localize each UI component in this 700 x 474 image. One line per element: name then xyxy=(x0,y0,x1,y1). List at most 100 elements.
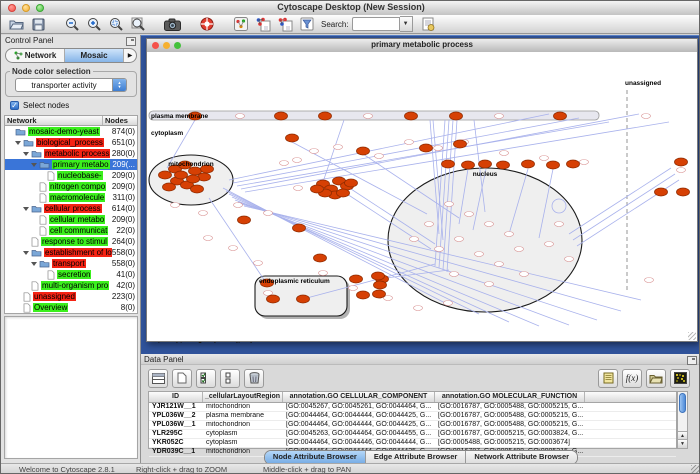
graph-node[interactable] xyxy=(462,161,475,169)
graph-node-small[interactable] xyxy=(310,149,319,154)
matrix-icon[interactable] xyxy=(670,369,690,388)
tree-row[interactable]: response to stimul264(0) xyxy=(5,236,137,247)
graph-node[interactable] xyxy=(547,161,560,169)
graph-node-small[interactable] xyxy=(204,236,213,241)
graph-node-small[interactable] xyxy=(455,237,464,242)
save-session-icon[interactable] xyxy=(29,16,48,32)
graph-node-small[interactable] xyxy=(293,158,302,163)
graph-node-small[interactable] xyxy=(405,140,414,145)
graph-node[interactable] xyxy=(163,183,176,191)
tab-network[interactable]: Network xyxy=(6,49,65,62)
tree-row[interactable]: macromolecule311(0) xyxy=(5,192,137,203)
tab-scroll-right-icon[interactable]: ▶ xyxy=(124,49,136,62)
delete-attribute-icon[interactable] xyxy=(244,369,264,388)
table-row[interactable]: YPL036W__2plasma membrane[GO:0044464, GO… xyxy=(149,412,676,421)
graph-node-small[interactable] xyxy=(565,257,574,262)
graph-node[interactable] xyxy=(357,147,370,155)
graph-node[interactable] xyxy=(191,185,204,193)
table-row[interactable]: YLR295Ccytoplasm[GO:0045263, GO:0044464,… xyxy=(149,430,676,439)
graph-node[interactable] xyxy=(567,160,580,168)
disclosure-triangle-icon[interactable] xyxy=(23,207,29,211)
column-header[interactable]: annotation.GO CELLULAR_COMPONENT xyxy=(283,392,435,402)
disclosure-triangle-icon[interactable] xyxy=(23,152,29,156)
graph-node[interactable] xyxy=(350,275,363,283)
zoom-in-icon[interactable] xyxy=(85,16,104,32)
tree-row[interactable]: establishment of lo558(0) xyxy=(5,247,137,258)
graph-node[interactable] xyxy=(373,290,386,298)
graph-node[interactable] xyxy=(345,179,358,187)
tree-row[interactable]: nitrogen compo209(0) xyxy=(5,181,137,192)
graph-node-small[interactable] xyxy=(349,286,358,291)
vizmapper-icon[interactable] xyxy=(231,16,250,32)
graph-node-small[interactable] xyxy=(171,203,180,208)
unselect-attributes-icon[interactable] xyxy=(220,369,240,388)
graph-node-small[interactable] xyxy=(465,212,474,217)
graph-node-small[interactable] xyxy=(434,146,443,151)
graph-node-small[interactable] xyxy=(334,145,343,150)
scroll-down-icon[interactable]: ▼ xyxy=(678,439,687,448)
tree-row[interactable]: cellular process614(0) xyxy=(5,203,137,214)
function-builder-icon[interactable]: f(x) xyxy=(622,369,642,388)
graph-node-small[interactable] xyxy=(555,222,564,227)
open-session-icon[interactable] xyxy=(7,16,26,32)
disclosure-triangle-icon[interactable] xyxy=(15,141,21,145)
graph-node-small[interactable] xyxy=(545,242,554,247)
zoom-out-icon[interactable] xyxy=(63,16,82,32)
graph-node[interactable] xyxy=(497,161,510,169)
graph-node-small[interactable] xyxy=(236,114,245,119)
select-attributes-icon[interactable] xyxy=(196,369,216,388)
tree-row[interactable]: multi-organism pro42(0) xyxy=(5,280,137,291)
float-panel-icon[interactable] xyxy=(126,37,136,46)
new-network-from-selected-nodes-icon[interactable] xyxy=(253,16,272,32)
graph-node[interactable] xyxy=(479,160,492,168)
graph-node-small[interactable] xyxy=(234,203,243,208)
table-row[interactable]: YJR121W__1mitochondrion[GO:0045267, GO:0… xyxy=(149,403,676,412)
graph-node[interactable] xyxy=(372,272,385,280)
tree-row[interactable]: cell communicat22(0) xyxy=(5,225,137,236)
graph-node[interactable] xyxy=(420,144,433,152)
graph-node-small[interactable] xyxy=(520,272,529,277)
window-resize-grip-icon[interactable] xyxy=(691,465,700,474)
disclosure-triangle-icon[interactable] xyxy=(31,262,37,266)
graph-node[interactable] xyxy=(675,158,688,166)
tree-row[interactable]: transport558(0) xyxy=(5,258,137,269)
float-panel-icon[interactable] xyxy=(687,356,697,365)
graph-node-small[interactable] xyxy=(264,211,273,216)
graph-node-small[interactable] xyxy=(414,306,423,311)
graph-node[interactable] xyxy=(293,224,306,232)
graph-node-small[interactable] xyxy=(319,271,328,276)
graph-node[interactable] xyxy=(267,295,280,303)
graph-node-small[interactable] xyxy=(677,168,686,173)
graph-node-small[interactable] xyxy=(500,151,509,156)
graph-node-small[interactable] xyxy=(495,114,504,119)
filter-icon[interactable] xyxy=(297,16,316,32)
tree-row[interactable]: metabolic process280(0) xyxy=(5,148,137,159)
graph-node[interactable] xyxy=(159,171,172,179)
graph-node[interactable] xyxy=(655,188,668,196)
birds-eye-view[interactable] xyxy=(4,316,138,459)
graph-node-small[interactable] xyxy=(540,156,549,161)
snapshot-icon[interactable] xyxy=(163,16,182,32)
graph-node[interactable] xyxy=(450,112,463,120)
graph-node[interactable] xyxy=(454,140,467,148)
graph-node-small[interactable] xyxy=(435,247,444,252)
tree-row[interactable]: biological_process651(0) xyxy=(5,137,137,148)
graph-node[interactable] xyxy=(374,281,387,289)
create-attribute-icon[interactable] xyxy=(172,369,192,388)
tree-row[interactable]: mosaic-demo-yeast874(0) xyxy=(5,126,137,137)
column-header[interactable]: annotation.GO MOLECULAR_FUNCTION xyxy=(435,392,585,402)
graph-node[interactable] xyxy=(238,216,251,224)
graph-node-small[interactable] xyxy=(280,161,289,166)
graph-node-small[interactable] xyxy=(444,301,453,306)
graph-node-small[interactable] xyxy=(450,272,459,277)
graph-node-small[interactable] xyxy=(642,114,651,119)
new-network-from-selection-icon[interactable] xyxy=(275,16,294,32)
tree-header-nodes[interactable]: Nodes xyxy=(103,116,137,125)
graph-node-small[interactable] xyxy=(254,261,263,266)
tree-row[interactable]: nucleobase-209(0) xyxy=(5,170,137,181)
graph-node[interactable] xyxy=(357,291,370,299)
search-dropdown-icon[interactable]: ▼ xyxy=(400,16,413,32)
tree-row[interactable]: secretion41(0) xyxy=(5,269,137,280)
graph-node[interactable] xyxy=(677,188,690,196)
import-icon[interactable] xyxy=(419,16,438,32)
